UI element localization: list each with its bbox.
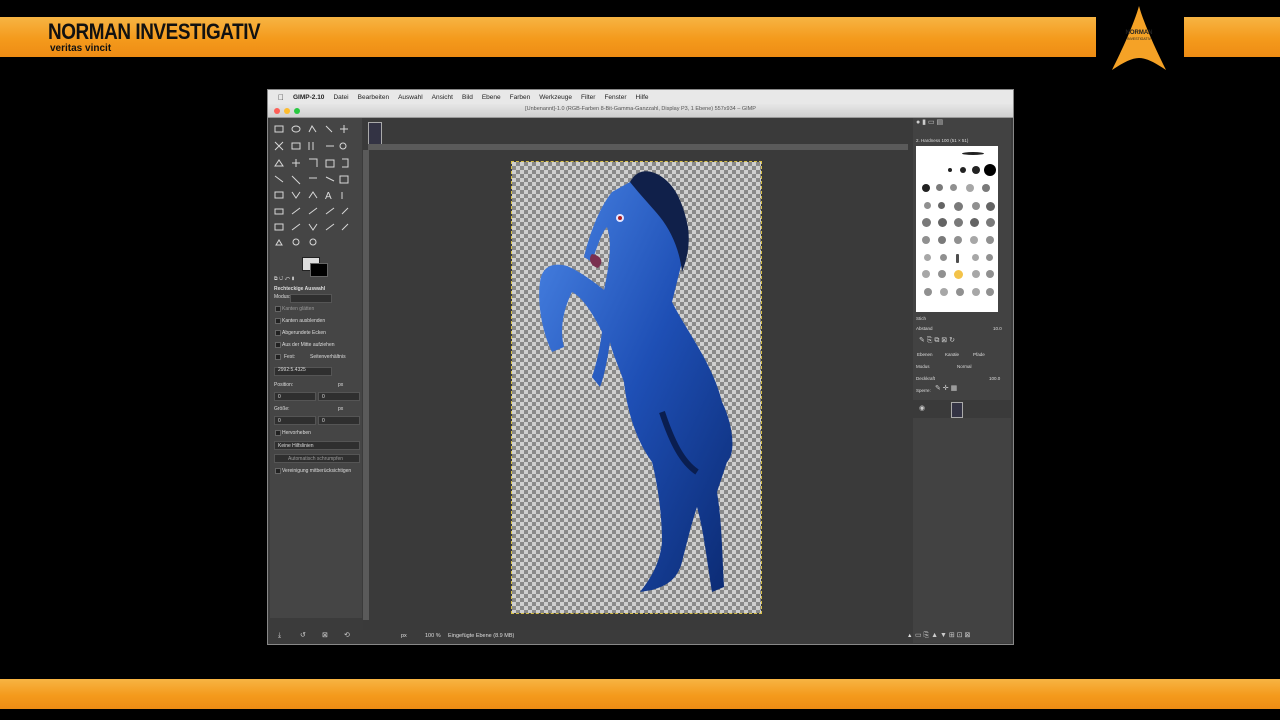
brush-grid[interactable] xyxy=(916,146,998,312)
from-center-checkbox[interactable] xyxy=(275,342,281,348)
unit-dropdown[interactable]: px xyxy=(401,633,407,639)
feather-label: Kanten ausblenden xyxy=(282,318,326,324)
fixed-dropdown[interactable]: Seitenverhältnis xyxy=(310,354,346,360)
fixed-label: Fest: xyxy=(284,354,296,360)
tool-icons-grid[interactable]: A xyxy=(272,122,360,248)
layer-mode-label: Modus xyxy=(916,364,930,369)
lock-label: Sperre: xyxy=(916,388,931,393)
save-options-icon[interactable]: ⤓ xyxy=(278,632,281,640)
opacity-label: Deckkraft xyxy=(916,376,936,381)
lock-icons[interactable]: ✎ ✛ ▦ xyxy=(935,385,957,393)
spacing-value[interactable]: 10.0 xyxy=(993,326,1002,331)
size-h-value: 0 xyxy=(322,418,325,424)
image-tabs xyxy=(364,120,864,146)
toolbox-panel: A ⧉ ↺ ↶ ▮ Rechteckige Auswahl Modus: Kan… xyxy=(270,118,362,618)
tab-paths[interactable]: Pfade xyxy=(973,352,985,357)
brand: NORMAN INVESTIGATIV veritas vincit xyxy=(48,19,295,54)
menu-view[interactable]: Ansicht xyxy=(432,94,453,101)
window-title: [Unbenannt]-1.0 (RGB-Farben 8-Bit-Gamma-… xyxy=(525,106,756,112)
brush-actions-icons[interactable]: ✎ ⎘ ⧉ ⊠ ↻ xyxy=(919,337,955,345)
navigate-icon[interactable]: ▲ xyxy=(907,633,912,639)
auto-shrink-label: Automatisch schrumpfen xyxy=(288,456,344,462)
tool-options-title: Rechteckige Auswahl xyxy=(274,286,326,292)
ratio-value: 2992:5.4325 xyxy=(278,367,306,373)
right-dock: ● ▮ ▭ ▤ 2. Hardness 100 (51 × 51) Stich … xyxy=(913,118,1011,643)
guides-value: Keine Hilfslinien xyxy=(278,443,314,449)
mac-menubar:  GIMP-2.10 Datei Bearbeiten Auswahl Ans… xyxy=(268,90,1013,104)
layer-actions-icons[interactable]: ▭ ⎘ ▲ ▼ ⊞ ⊡ ⊠ xyxy=(915,632,970,640)
brand-title: NORMAN INVESTIGATIV xyxy=(48,19,261,44)
antialias-checkbox[interactable] xyxy=(275,306,281,312)
antialias-label: Kanten glätten xyxy=(282,306,315,312)
position-x-value: 0 xyxy=(278,394,281,400)
layer-thumbnail[interactable] xyxy=(951,402,963,418)
menu-edit[interactable]: Bearbeiten xyxy=(358,94,389,101)
rounded-checkbox[interactable] xyxy=(275,330,281,336)
bottom-banner xyxy=(0,679,1280,709)
menu-windows[interactable]: Fenster xyxy=(604,94,626,101)
status-bar: px 100 % Eingefügte Ebene (8.9 MB) ▲ xyxy=(363,630,913,642)
reset-options-icon[interactable]: ⟲ xyxy=(344,632,350,640)
menu-help[interactable]: Hilfe xyxy=(636,94,649,101)
tab-layers[interactable]: Ebenen xyxy=(917,352,933,357)
rounded-label: Abgerundete Ecken xyxy=(282,330,326,336)
merged-label: Vereinigung mitberücksichtigen xyxy=(282,468,352,474)
highlight-checkbox[interactable] xyxy=(275,430,281,436)
brush-tabs[interactable]: ● ▮ ▭ ▤ xyxy=(916,119,943,127)
position-unit[interactable]: px xyxy=(338,382,343,388)
size-unit[interactable]: px xyxy=(338,406,343,412)
size-label: Größe: xyxy=(274,406,290,412)
position-label: Position: xyxy=(274,382,294,388)
from-center-label: Aus der Mitte aufziehen xyxy=(282,342,335,348)
background-color-swatch[interactable] xyxy=(310,263,328,277)
menu-app-name[interactable]: GIMP-2.10 xyxy=(293,94,324,101)
fixed-checkbox[interactable] xyxy=(275,354,281,360)
mode-label: Modus: xyxy=(274,294,291,300)
size-w-value: 0 xyxy=(278,418,281,424)
spacing-label: Abstand xyxy=(916,326,933,331)
menu-layer[interactable]: Ebene xyxy=(482,94,501,101)
zoom-dropdown[interactable]: 100 % xyxy=(425,633,441,639)
brush-name: 2. Hardness 100 (51 × 51) xyxy=(916,138,969,143)
tab-channels[interactable]: Kanäle xyxy=(945,352,959,357)
restore-options-icon[interactable]: ↺ xyxy=(300,632,306,640)
menu-filters[interactable]: Filter xyxy=(581,94,595,101)
menu-tools[interactable]: Werkzeuge xyxy=(539,94,572,101)
menu-colors[interactable]: Farben xyxy=(510,94,531,101)
mode-buttons[interactable] xyxy=(290,294,332,303)
svg-text:A: A xyxy=(325,191,332,202)
gimp-window:  GIMP-2.10 Datei Bearbeiten Auswahl Ans… xyxy=(267,89,1014,645)
layer-row[interactable]: ◉ xyxy=(913,400,1011,418)
menu-select[interactable]: Auswahl xyxy=(398,94,423,101)
apple-icon[interactable]:  xyxy=(278,93,284,102)
visibility-eye-icon[interactable]: ◉ xyxy=(919,405,925,413)
toolbox-bottom-bar: ⤓ ↺ ⊠ ⟲ xyxy=(270,630,362,642)
position-y-value: 0 xyxy=(322,394,325,400)
status-message: Eingefügte Ebene (8.9 MB) xyxy=(448,633,515,639)
blue-horse-statue-image xyxy=(539,171,733,592)
highlight-label: Hervorheben xyxy=(282,430,311,436)
logo-text: NORMAN INVESTIGATIV xyxy=(1125,30,1153,41)
window-titlebar[interactable]: [Unbenannt]-1.0 (RGB-Farben 8-Bit-Gamma-… xyxy=(268,104,1013,118)
brush-tag-field[interactable]: Stich xyxy=(916,316,926,321)
tool-options-tabs[interactable]: ⧉ ↺ ↶ ▮ xyxy=(274,276,295,282)
image-thumbnail[interactable] xyxy=(368,122,382,146)
delete-options-icon[interactable]: ⊠ xyxy=(322,632,328,640)
menu-image[interactable]: Bild xyxy=(462,94,473,101)
opacity-value[interactable]: 100.0 xyxy=(989,376,1000,381)
vertical-ruler[interactable] xyxy=(363,150,369,620)
merged-checkbox[interactable] xyxy=(275,468,281,474)
menu-file[interactable]: Datei xyxy=(333,94,348,101)
horizontal-ruler[interactable] xyxy=(368,144,908,150)
feather-checkbox[interactable] xyxy=(275,318,281,324)
layer-mode-dropdown[interactable]: Normal xyxy=(957,364,972,369)
